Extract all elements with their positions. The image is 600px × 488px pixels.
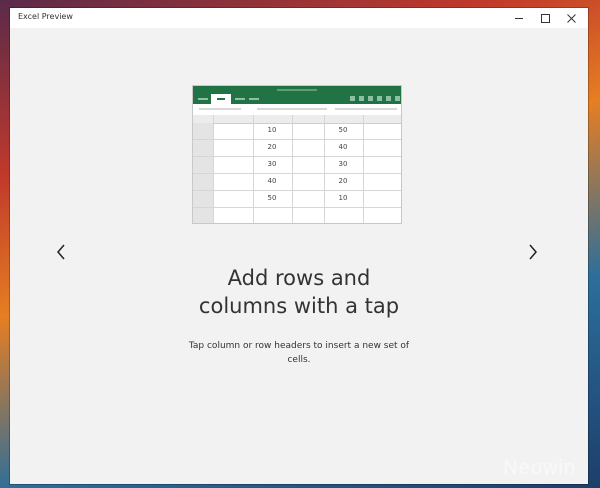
ribbon-icon [377,96,382,101]
chevron-left-icon [57,244,65,260]
close-button[interactable] [559,8,583,28]
ribbon-tab-mark [198,98,208,100]
illustration-ribbon [193,86,401,104]
cell-value: 10 [338,194,348,202]
cell-value: 40 [338,143,348,151]
ribbon-icon [395,96,400,101]
row-header [193,140,213,156]
window-title: Excel Preview [18,12,73,21]
ribbon-tab-mark [235,98,245,100]
heading-line-2: columns with a tap [198,294,400,318]
illustration-row: 10 50 [193,123,401,140]
app-window: Excel Preview 10 50 20 40 30 30 40 20 50… [10,8,588,484]
ribbon-tab-mark [249,98,259,100]
cell-value: 30 [267,160,277,168]
maximize-icon [540,13,550,23]
cell-value: 50 [338,126,348,134]
formula-bar-mark [257,108,327,110]
chevron-right-icon [529,244,537,260]
cell-value: 40 [267,177,277,185]
ribbon-icon [350,96,355,101]
cell-value: 10 [267,126,277,134]
page-heading: Add rows and columns with a tap [10,264,588,320]
watermark: Neowin [503,457,576,479]
page-description: Tap column or row headers to insert a ne… [188,341,410,365]
ribbon-icon [359,96,364,101]
ribbon-icon [386,96,391,101]
row-header [193,157,213,173]
heading-line-1: Add rows and [227,266,371,290]
minimize-button[interactable] [507,8,531,28]
grid-line [324,115,325,223]
illustration-row: 20 40 [193,140,401,157]
row-header [193,174,213,190]
grid-line [363,115,364,223]
grid-line [253,115,254,223]
row-header [193,208,213,223]
formula-bar-mark [199,108,241,110]
previous-button[interactable] [51,242,71,262]
illustration-row: 30 30 [193,157,401,174]
minimize-icon [515,17,523,19]
title-bar[interactable]: Excel Preview [10,8,588,28]
maximize-button[interactable] [533,8,557,28]
formula-bar-mark [335,108,397,110]
grid-line [213,115,214,223]
cell-value: 20 [338,177,348,185]
cell-value: 30 [338,160,348,168]
illustration-row [193,208,401,223]
ribbon-icon [368,96,373,101]
next-button[interactable] [523,242,543,262]
ribbon-title-mark [277,89,317,91]
grid-line [292,115,293,223]
spreadsheet-illustration: 10 50 20 40 30 30 40 20 50 10 [192,85,402,224]
cell-value: 20 [267,143,277,151]
row-header [193,123,213,139]
illustration-row: 40 20 [193,174,401,191]
close-icon [566,13,576,23]
cell-value: 50 [267,194,277,202]
ribbon-active-tab-mark [217,98,225,100]
illustration-row: 50 10 [193,191,401,208]
row-header [193,191,213,207]
